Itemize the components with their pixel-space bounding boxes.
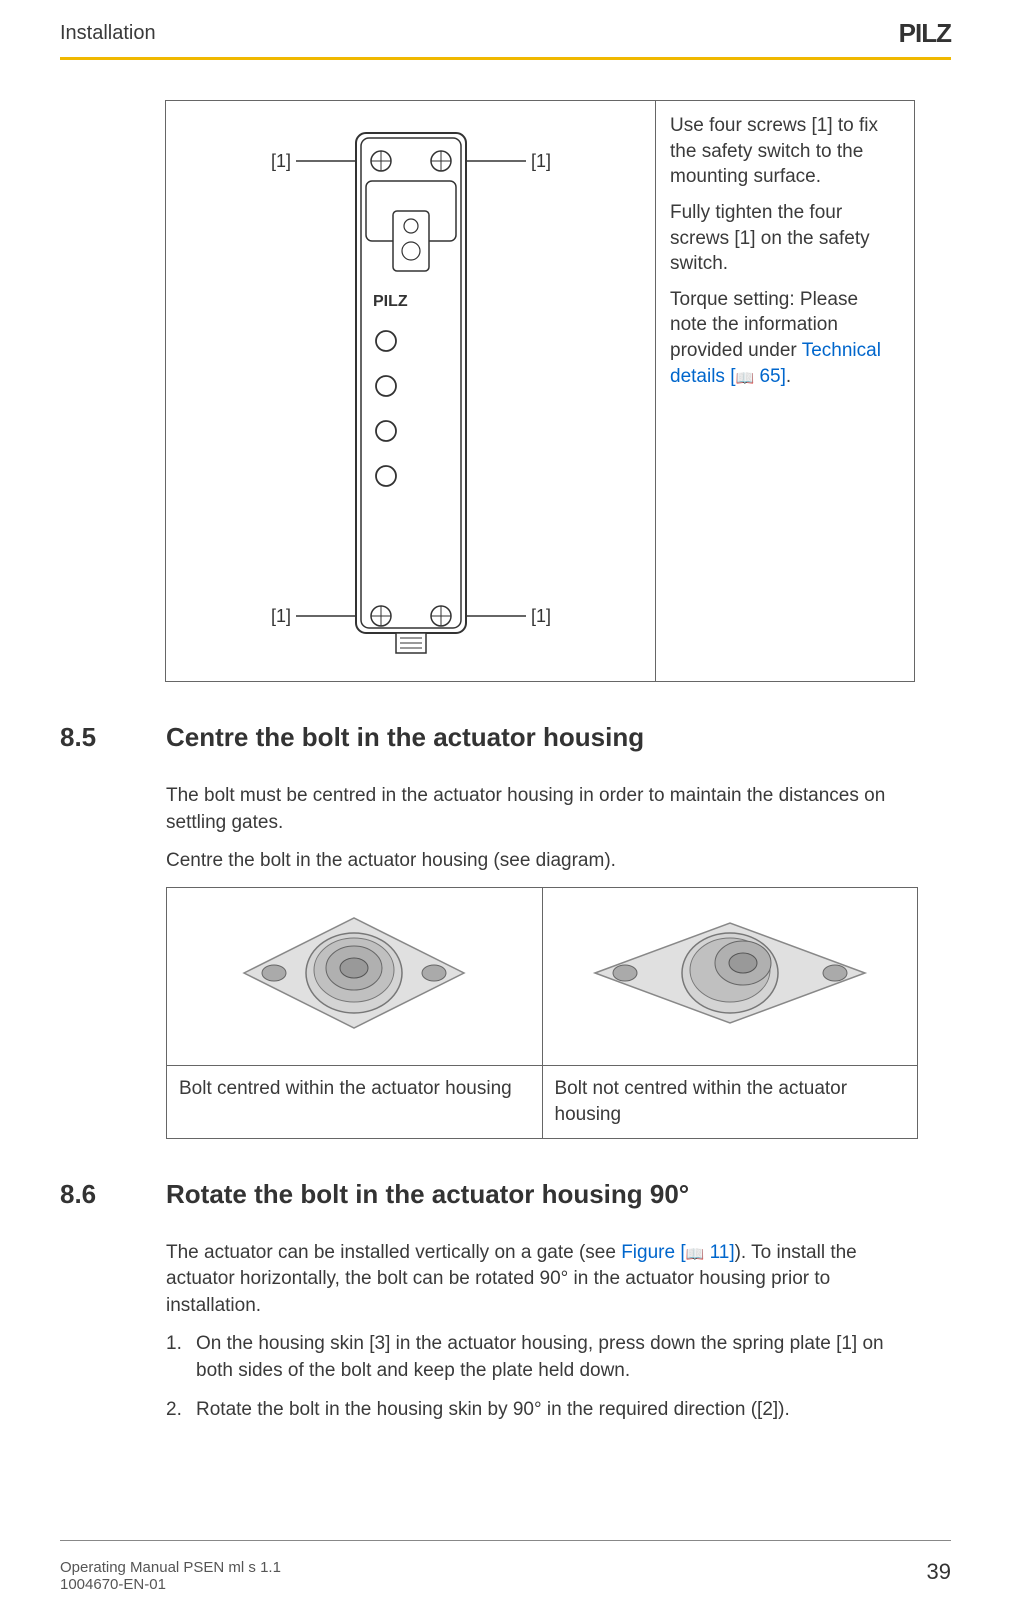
actuator-diagram-not-centred: [565, 898, 895, 1048]
list-text: Rotate the bolt in the housing skin by 9…: [196, 1397, 918, 1424]
page-header: Installation PILZ: [0, 0, 1011, 57]
section-number: 8.6: [60, 1179, 166, 1210]
figure-link[interactable]: Figure [📖 11]: [621, 1242, 734, 1263]
instruction-paragraph: Fully tighten the four screws [1] on the…: [670, 200, 900, 277]
list-number: 1.: [166, 1331, 196, 1384]
footer-doc-id: 1004670-EN-01: [60, 1576, 281, 1593]
instruction-paragraph: Use four screws [1] to fix the safety sw…: [670, 113, 900, 190]
header-rule: [60, 57, 951, 60]
section-number: 8.5: [60, 722, 166, 753]
page-footer: Operating Manual PSEN ml s 1.1 1004670-E…: [0, 1559, 1011, 1593]
installation-figure-table: [1] [1] [1] [1]: [165, 100, 915, 682]
body-paragraph: The bolt must be centred in the actuator…: [166, 783, 918, 836]
page-number: 39: [927, 1559, 951, 1585]
instruction-paragraph: Torque setting: Please note the informat…: [670, 287, 900, 390]
book-icon: 📖: [735, 369, 754, 389]
section-heading: 8.5 Centre the bolt in the actuator hous…: [60, 722, 951, 753]
footer-doc-title: Operating Manual PSEN ml s 1.1: [60, 1559, 281, 1576]
list-text: On the housing skin [3] in the actuator …: [196, 1331, 918, 1384]
list-item: 1. On the housing skin [3] in the actuat…: [166, 1331, 918, 1384]
callout-label: [1]: [531, 151, 551, 171]
list-item: 2. Rotate the bolt in the housing skin b…: [166, 1397, 918, 1424]
book-icon: 📖: [686, 1244, 705, 1265]
safety-switch-diagram: [1] [1] [1] [1]: [181, 111, 641, 671]
footer-left: Operating Manual PSEN ml s 1.1 1004670-E…: [60, 1559, 281, 1593]
safety-switch-diagram-cell: [1] [1] [1] [1]: [166, 101, 656, 682]
callout-label: [1]: [271, 606, 291, 626]
body-paragraph: The actuator can be installed vertically…: [166, 1240, 918, 1320]
header-section-title: Installation: [60, 22, 156, 45]
instruction-text-cell: Use four screws [1] to fix the safety sw…: [656, 101, 915, 682]
bolt-centring-table: Bolt centred within the actuator housing…: [166, 887, 918, 1139]
callout-label: [1]: [531, 606, 551, 626]
brand-logo: PILZ: [899, 18, 951, 49]
footer-rule: [60, 1540, 951, 1541]
device-brand: PILZ: [373, 293, 408, 310]
list-number: 2.: [166, 1397, 196, 1424]
numbered-list: 1. On the housing skin [3] in the actuat…: [166, 1331, 918, 1423]
callout-label: [1]: [271, 151, 291, 171]
section-title: Centre the bolt in the actuator housing: [166, 722, 951, 753]
bolt-not-centred-figure: [542, 887, 918, 1066]
bolt-centred-figure: [167, 887, 543, 1066]
section-heading: 8.6 Rotate the bolt in the actuator hous…: [60, 1179, 951, 1210]
caption-cell: Bolt not centred within the actuator hou…: [542, 1066, 918, 1138]
body-paragraph: Centre the bolt in the actuator housing …: [166, 848, 918, 875]
section-title: Rotate the bolt in the actuator housing …: [166, 1179, 951, 1210]
actuator-diagram-centred: [224, 898, 484, 1048]
caption-cell: Bolt centred within the actuator housing: [167, 1066, 543, 1138]
